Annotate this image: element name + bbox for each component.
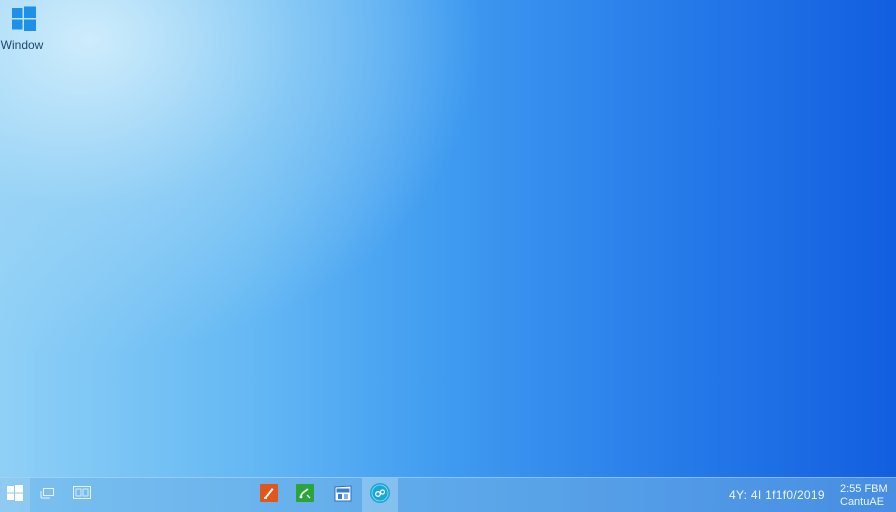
task-view-icon xyxy=(40,486,56,505)
taskbar-app-teal-active[interactable] xyxy=(362,478,398,512)
windows-start-icon xyxy=(7,484,23,506)
monitor-icon xyxy=(73,485,91,505)
start-button[interactable] xyxy=(0,478,30,512)
taskbar-app-orange[interactable] xyxy=(255,478,283,512)
desktop: Window 4Y: 4I 1f1f0/2019 2:55 FBM CantuA… xyxy=(0,0,896,512)
show-desktop-button[interactable] xyxy=(68,478,96,512)
taskbar-app-store[interactable] xyxy=(329,478,357,512)
taskbar-date[interactable]: 4Y: 4I 1f1f0/2019 xyxy=(729,488,825,502)
clock-time: 2:55 FBM xyxy=(840,483,888,495)
windows-logo-icon xyxy=(11,6,37,32)
taskbar-clock[interactable]: 2:55 FBM CantuAE xyxy=(840,483,890,509)
green-app-icon xyxy=(296,483,314,507)
desktop-icon-window[interactable]: Window xyxy=(0,6,48,52)
desktop-icon-label: Window xyxy=(0,38,44,52)
taskbar: 4Y: 4I 1f1f0/2019 2:55 FBM CantuAE xyxy=(0,477,896,512)
task-view-button[interactable] xyxy=(36,478,60,512)
teal-app-icon xyxy=(369,482,391,509)
orange-app-icon xyxy=(260,483,278,507)
store-app-icon xyxy=(333,483,353,508)
clock-label: CantuAE xyxy=(840,496,885,508)
taskbar-app-green[interactable] xyxy=(291,478,319,512)
